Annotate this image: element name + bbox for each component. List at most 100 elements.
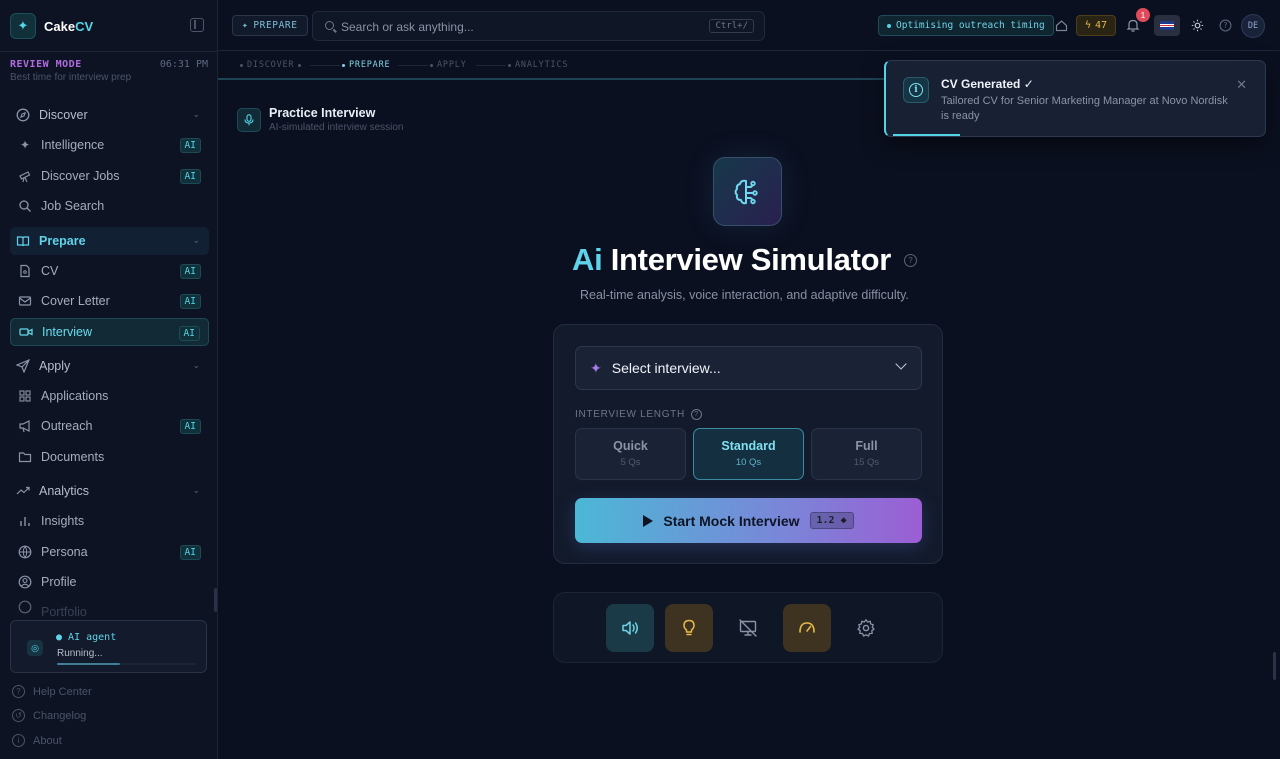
sidebar-group-analytics[interactable]: Analytics ⌄ [10, 477, 209, 505]
stage-apply[interactable]: APPLY [430, 60, 467, 70]
sidebar-item-profile[interactable]: Profile [10, 568, 209, 596]
sidebar-item-interview[interactable]: Interview AI [10, 318, 209, 346]
help-icon: ? [12, 685, 25, 698]
changelog-link[interactable]: ↺ Changelog [12, 709, 86, 722]
theme-toggle-icon[interactable] [1189, 17, 1205, 33]
brand-name: CakeCV [44, 18, 94, 34]
start-mock-interview-button[interactable]: Start Mock Interview 1.2 ◆ [575, 498, 922, 543]
brain-icon [713, 157, 782, 226]
sidebar-item-label: Insights [41, 514, 85, 528]
activity-status: Optimising outreach timing [878, 15, 1054, 36]
sidebar-item-label: Job Search [41, 199, 105, 213]
stage-dot [508, 63, 511, 67]
stage-dot [240, 63, 243, 67]
sidebar-scrollbar[interactable] [214, 588, 217, 612]
sidebar-item-insights[interactable]: Insights [10, 507, 209, 535]
sidebar-collapse-icon[interactable] [190, 18, 204, 32]
sidebar-item-label: Intelligence [41, 138, 105, 152]
about-link[interactable]: i About [12, 734, 62, 747]
search-bar[interactable]: Ctrl+/ [312, 11, 765, 41]
help-icon[interactable]: ? [904, 254, 917, 267]
stage-discover[interactable]: DISCOVER [240, 60, 302, 70]
sidebar-item-label: Persona [41, 545, 88, 559]
length-option-quick[interactable]: Quick 5 Qs [575, 428, 686, 480]
sidebar-item-documents[interactable]: Documents [10, 443, 209, 471]
sidebar: ✦ CakeCV REVIEW MODE 06:31 PM Best time … [0, 0, 218, 759]
stage-label: PREPARE [349, 60, 391, 70]
gear-icon[interactable] [842, 604, 890, 652]
review-mode-panel: REVIEW MODE 06:31 PM Best time for inter… [10, 59, 208, 83]
sidebar-item-persona[interactable]: Persona AI [10, 538, 209, 566]
chevron-down-icon: ⌄ [192, 360, 200, 370]
agent-status: Running... [57, 648, 103, 659]
sidebar-item-label: CV [41, 264, 59, 278]
folder-icon [18, 450, 32, 464]
ai-agent-card[interactable]: ◎ ● AI agent Running... [10, 620, 207, 673]
sidebar-item-label: Documents [41, 450, 105, 464]
sidebar-group-apply[interactable]: Apply ⌄ [10, 352, 209, 380]
globe-icon [18, 600, 32, 614]
screen-off-icon[interactable] [724, 604, 772, 652]
stage-chip[interactable]: ✦ PREPARE [232, 15, 308, 36]
sidebar-item-portfolio[interactable]: Portfolio [10, 598, 209, 616]
search-input[interactable] [341, 18, 701, 35]
grid-icon [18, 389, 32, 403]
credits-badge[interactable]: ϟ 47 [1076, 15, 1117, 36]
sidebar-item-discover-jobs[interactable]: Discover Jobs AI [10, 162, 209, 190]
chevron-down-icon: ⌄ [192, 109, 200, 119]
interview-select-value: Select interview... [611, 360, 721, 376]
search-icon [325, 21, 334, 30]
toast-timer [893, 134, 1263, 136]
chevron-down-icon: ⌄ [192, 485, 200, 495]
cost-badge: 1.2 ◆ [809, 512, 854, 529]
video-icon [19, 325, 33, 339]
speaker-icon[interactable] [606, 604, 654, 652]
sidebar-group-discover[interactable]: Discover ⌄ [10, 101, 209, 129]
close-icon[interactable]: ✕ [1236, 77, 1247, 93]
length-label-text: INTERVIEW LENGTH [575, 409, 685, 420]
toast-notification[interactable]: i CV Generated ✓ Tailored CV for Senior … [884, 60, 1266, 137]
stage-analytics[interactable]: ANALYTICS [508, 60, 568, 70]
gauge-icon[interactable] [783, 604, 831, 652]
stage-label: DISCOVER [247, 60, 295, 70]
globe-icon [18, 545, 32, 559]
sparkles-icon: ✦ [242, 20, 249, 31]
help-center-link[interactable]: ? Help Center [12, 685, 92, 698]
stage-prepare[interactable]: PREPARE [342, 60, 390, 70]
stage-dot [342, 63, 345, 67]
length-name: Full [855, 439, 878, 453]
ai-badge: AI [179, 545, 201, 560]
help-icon[interactable]: ? [690, 409, 702, 420]
main-scrollbar[interactable] [1273, 652, 1276, 680]
sidebar-item-cover-letter[interactable]: Cover Letter AI [10, 287, 209, 315]
length-option-standard[interactable]: Standard 10 Qs [693, 428, 804, 480]
section-title: Practice Interview [269, 106, 376, 120]
avatar[interactable]: DE [1241, 14, 1265, 38]
sidebar-group-prepare[interactable]: Prepare ⌄ [10, 227, 209, 255]
language-selector[interactable] [1154, 15, 1180, 36]
sidebar-item-cv[interactable]: CV AI [10, 257, 209, 285]
toast-timer-fill [893, 134, 960, 136]
brand[interactable]: ✦ CakeCV [10, 12, 93, 40]
footer-link-label: Changelog [33, 709, 87, 722]
play-icon [643, 514, 654, 527]
ai-badge: AI [179, 169, 201, 184]
help-icon[interactable]: ? [1217, 17, 1233, 33]
length-option-full[interactable]: Full 15 Qs [811, 428, 922, 480]
length-count: 15 Qs [853, 457, 880, 468]
sidebar-item-applications[interactable]: Applications [10, 382, 209, 410]
chevron-down-icon [895, 358, 907, 370]
status-dot [887, 23, 891, 28]
file-icon [18, 264, 32, 278]
megaphone-icon [18, 419, 32, 433]
ai-badge: AI [179, 264, 201, 279]
interview-select[interactable]: ✦ Select interview... [575, 346, 922, 390]
review-subtitle: Best time for interview prep [10, 72, 132, 83]
sidebar-item-job-search[interactable]: Job Search [10, 192, 209, 220]
sidebar-item-intelligence[interactable]: ✦ Intelligence AI [10, 131, 209, 159]
sidebar-item-label: Discover Jobs [41, 169, 120, 183]
sidebar-item-outreach[interactable]: Outreach AI [10, 412, 209, 440]
footer-link-label: Help Center [33, 685, 92, 698]
home-icon[interactable] [1053, 17, 1069, 33]
lightbulb-icon[interactable] [665, 604, 713, 652]
